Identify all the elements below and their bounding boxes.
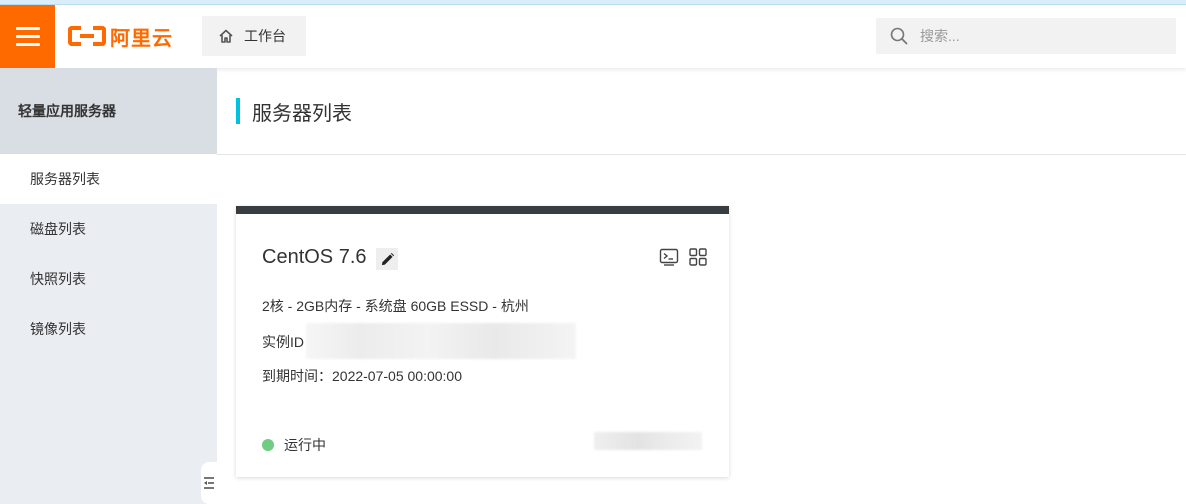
pencil-icon: [381, 252, 394, 265]
terminal-icon: [659, 248, 679, 266]
status-indicator: 运行中: [262, 435, 326, 455]
more-apps-button[interactable]: [687, 246, 709, 268]
search-input[interactable]: [920, 28, 1160, 44]
sidebar-collapse-button[interactable]: [201, 462, 217, 504]
aliyun-logo-icon: [68, 24, 106, 48]
page-title: 服务器列表: [236, 98, 352, 125]
sidebar-title: 轻量应用服务器: [0, 68, 217, 154]
sidebar-collapse-icon: [204, 477, 214, 489]
sidebar: 轻量应用服务器 服务器列表 磁盘列表 快照列表 镜像列表: [0, 68, 217, 504]
page-title-text: 服务器列表: [252, 102, 352, 125]
public-ip-redacted: [594, 432, 702, 450]
instance-id-redacted: [306, 323, 576, 359]
status-text: 运行中: [284, 437, 326, 453]
home-icon: [219, 29, 233, 43]
sidebar-item-disk-list[interactable]: 磁盘列表: [0, 204, 217, 254]
title-divider: [217, 154, 1186, 155]
edit-name-button[interactable]: [376, 248, 398, 270]
hamburger-menu-button[interactable]: [0, 5, 55, 68]
sidebar-item-server-list[interactable]: 服务器列表: [0, 154, 217, 204]
title-accent-bar: [236, 98, 240, 124]
server-spec: 2核 - 2GB内存 - 系统盘 60GB ESSD - 杭州: [262, 298, 529, 314]
expire-time: 到期时间：2022-07-05 00:00:00: [262, 368, 462, 384]
status-dot: [262, 439, 274, 451]
search-icon: [890, 27, 908, 45]
remote-connect-button[interactable]: [658, 246, 680, 268]
server-card[interactable]: CentOS 7.6 2核 - 2GB内存 - 系统盘 60GB ESSD -: [236, 206, 729, 477]
server-name: CentOS 7.6: [262, 246, 367, 268]
search-box[interactable]: [876, 18, 1176, 54]
instance-id-label: 实例ID: [262, 334, 304, 350]
workbench-label: 工作台: [244, 28, 286, 44]
card-tools: [651, 246, 709, 268]
logo-text: 阿里云: [110, 25, 173, 50]
aliyun-logo[interactable]: 阿里云: [68, 20, 173, 52]
workbench-button[interactable]: 工作台: [202, 16, 306, 56]
sidebar-item-snapshot-list[interactable]: 快照列表: [0, 254, 217, 304]
grid-icon: [689, 248, 707, 266]
top-header: 阿里云 工作台: [0, 5, 1186, 68]
card-top-bar: [236, 206, 729, 214]
hamburger-icon: [15, 27, 40, 30]
sidebar-item-image-list[interactable]: 镜像列表: [0, 304, 217, 354]
